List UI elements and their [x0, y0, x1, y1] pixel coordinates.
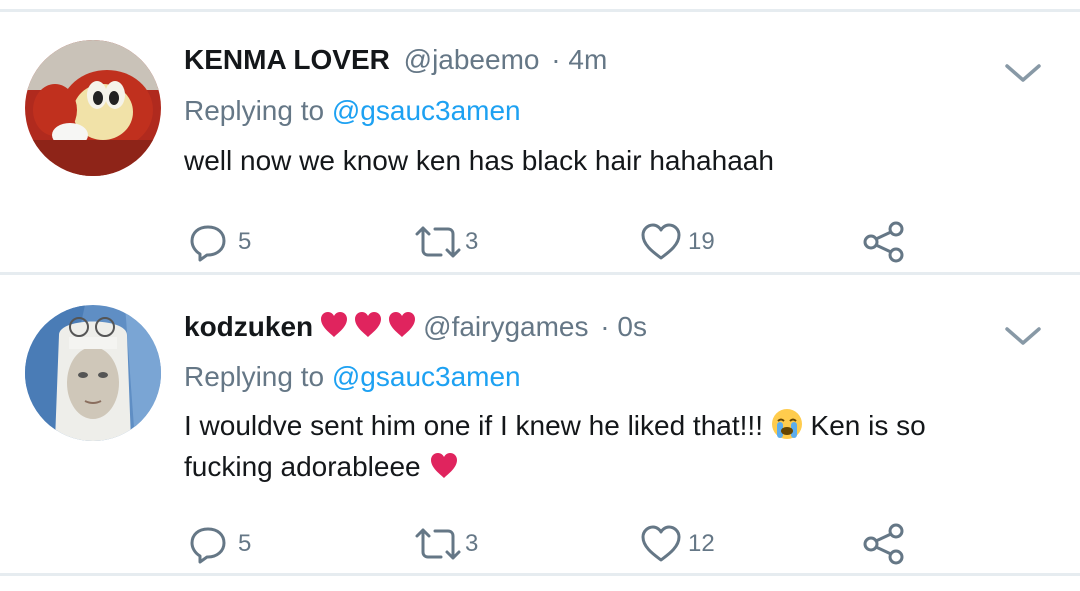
like-count: 19: [688, 228, 715, 255]
share-button[interactable]: [862, 220, 906, 264]
retweet-count: 3: [465, 228, 479, 255]
tweet-text: well now we know ken has black hair haha…: [184, 145, 774, 176]
chevron-down-icon[interactable]: [1003, 60, 1043, 86]
mention-link[interactable]: @gsauc3amen: [332, 95, 521, 126]
reply-icon: [190, 225, 226, 262]
like-button[interactable]: 12: [640, 524, 715, 564]
share-icon: [863, 221, 904, 263]
like-count: 12: [688, 530, 715, 557]
chevron-down-icon[interactable]: [1003, 323, 1043, 349]
tweet-text-part-1: I wouldve sent him one if I knew he like…: [184, 410, 763, 441]
share-icon: [863, 523, 904, 565]
reply-icon: [190, 527, 226, 564]
retweet-icon: [415, 226, 461, 258]
retweet-button[interactable]: 3: [413, 222, 478, 262]
red-heart-emoji: [428, 451, 460, 490]
display-name[interactable]: KENMA LOVER: [184, 44, 390, 75]
like-icon: [641, 223, 681, 260]
like-icon: [641, 525, 681, 562]
reply-button[interactable]: 5: [188, 524, 251, 564]
separator-dot: ·: [551, 44, 561, 75]
avatar[interactable]: [25, 305, 161, 441]
tweet-text-part-2: Ken is so: [810, 410, 926, 441]
tweet-text: I wouldve sent him one if I knew he like…: [184, 408, 984, 490]
reply-count: 5: [238, 228, 252, 255]
reply-count: 5: [238, 530, 252, 557]
tweet-1[interactable]: KENMA LOVER @jabeemo · 4m Replying to @g…: [0, 12, 1080, 272]
replying-prefix: Replying to: [184, 95, 325, 126]
user-handle[interactable]: @fairygames: [423, 311, 588, 342]
reply-button[interactable]: 5: [188, 222, 251, 262]
replying-to: Replying to @gsauc3amen: [184, 94, 521, 128]
timestamp[interactable]: 0s: [617, 311, 647, 342]
retweet-count: 3: [465, 530, 479, 557]
separator-dot: ·: [600, 311, 610, 342]
display-name[interactable]: kodzuken: [184, 311, 313, 342]
like-button[interactable]: 19: [640, 222, 715, 262]
replying-to: Replying to @gsauc3amen: [184, 360, 521, 394]
crying-face-emoji: [771, 408, 803, 449]
user-handle[interactable]: @jabeemo: [404, 44, 540, 75]
share-button[interactable]: [862, 522, 906, 566]
name-hearts-emoji: [319, 310, 419, 348]
tweet-header: kodzuken @fairygames · 0s: [184, 310, 647, 348]
bottom-divider: [0, 573, 1080, 576]
tweet-text-line-2: fucking adorableee: [184, 449, 984, 490]
retweet-icon: [415, 528, 461, 560]
replying-prefix: Replying to: [184, 361, 325, 392]
retweet-button[interactable]: 3: [413, 524, 478, 564]
avatar[interactable]: [25, 40, 161, 176]
timestamp[interactable]: 4m: [568, 44, 607, 75]
tweet-header: KENMA LOVER @jabeemo · 4m: [184, 43, 607, 77]
mention-link[interactable]: @gsauc3amen: [332, 361, 521, 392]
tweet-text-line-1: I wouldve sent him one if I knew he like…: [184, 408, 984, 449]
tweet-text-line-2-text: fucking adorableee: [184, 451, 421, 482]
tweet-2[interactable]: kodzuken @fairygames · 0s Replying to @g…: [0, 275, 1080, 575]
